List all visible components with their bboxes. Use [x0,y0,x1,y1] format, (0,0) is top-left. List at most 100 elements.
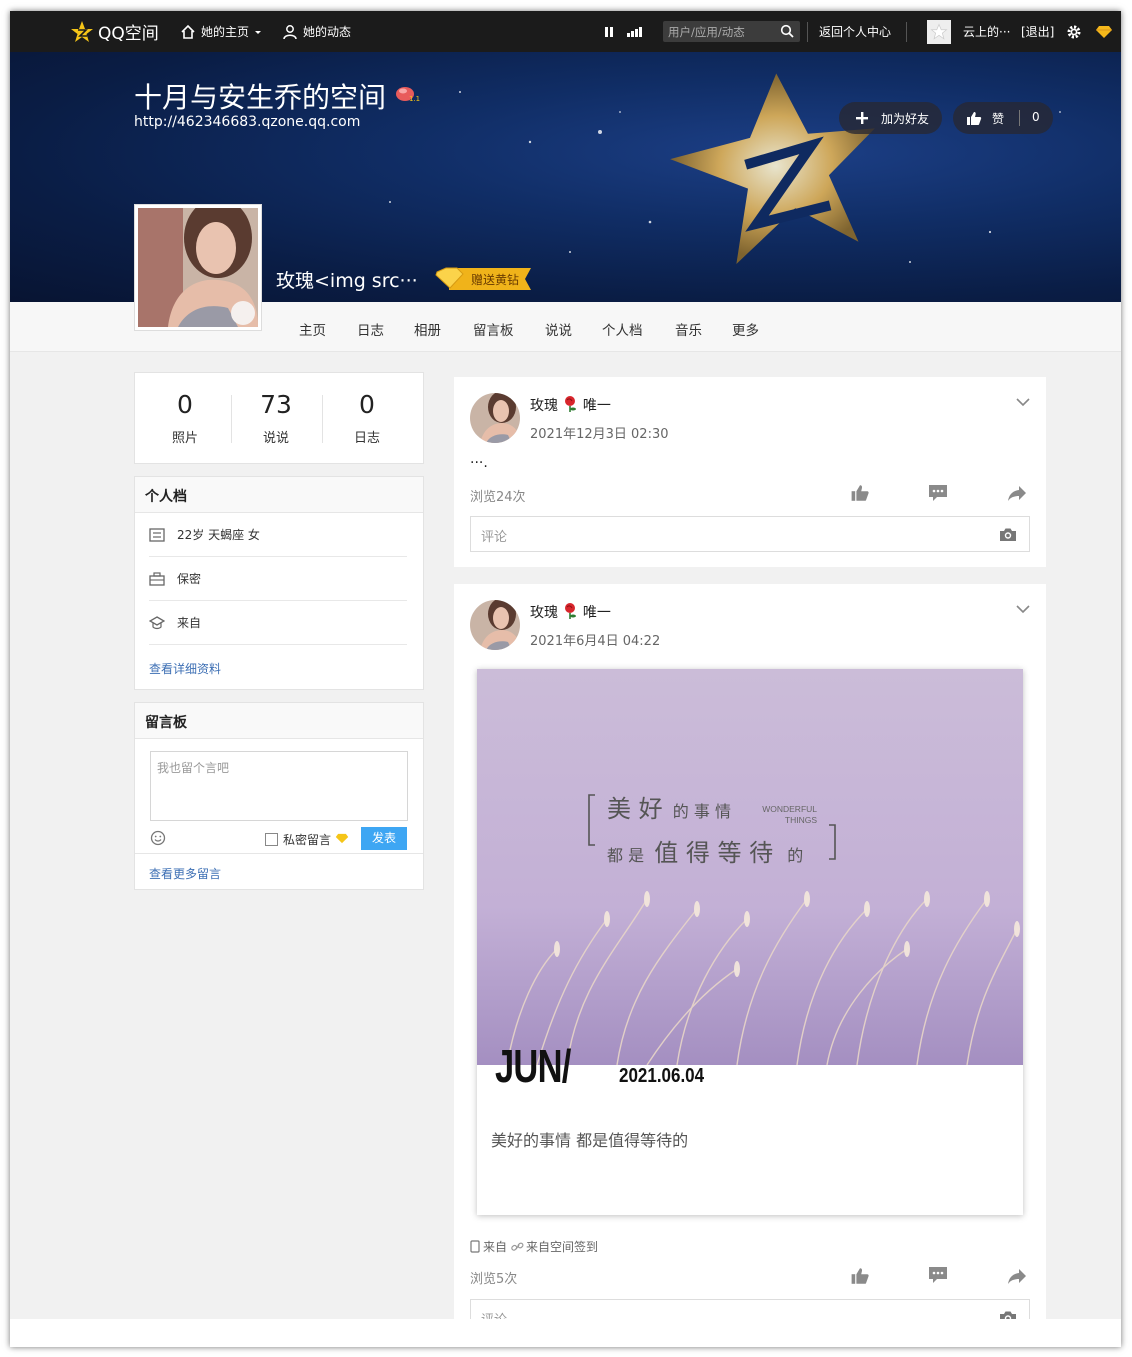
divider [135,853,423,854]
like-count: 0 [1032,110,1040,124]
chevron-down-icon[interactable] [1015,604,1031,614]
blog-count[interactable]: 0 [332,390,402,419]
guestbook-card-title: 留言板 [135,703,423,739]
gear-icon [1067,25,1081,38]
image-date: 2021.06.04 [619,1065,705,1087]
tab-home[interactable]: 主页 [299,319,326,339]
rose-icon [565,603,577,619]
divider [906,22,907,42]
signal-button[interactable] [626,11,644,52]
signal-bars-icon [627,26,642,37]
source-label: 来自 [483,1240,508,1254]
post-source: 来自 来自空间签到 [470,1238,598,1255]
tab-more[interactable]: 更多 [732,319,759,339]
tab-album[interactable]: 相册 [414,319,441,339]
level-badge-icon: 1.1 [396,87,420,103]
top-bar: QQ空间 她的主页 她的动态 用户/应用/动态 返回个人中心 云上的··· [退… [10,11,1121,52]
profile-age-row: 22岁 天蝎座 女 [149,513,407,557]
guestbook-submit-button[interactable]: 发表 [361,827,407,850]
camera-icon[interactable] [999,527,1017,542]
her-feed-label: 她的动态 [303,25,352,39]
guestbook-placeholder: 我也留个言吧 [157,761,230,775]
comment-icon[interactable] [928,484,948,502]
comment-input[interactable]: 评论 [470,516,1030,552]
pause-icon [605,26,613,37]
private-label: 私密留言 [283,833,332,847]
user-name-link[interactable]: 云上的··· [963,11,1010,52]
user-avatar[interactable] [927,11,951,52]
user-name: 云上的··· [963,25,1011,39]
qzone-logo[interactable]: QQ空间 [70,11,159,52]
tab-blog[interactable]: 日志 [357,319,384,339]
emoji-icon[interactable] [150,830,166,846]
pause-music-button[interactable] [604,11,614,52]
tab-shuoshuo[interactable]: 说说 [545,319,572,339]
divider [231,395,232,443]
add-friend-button[interactable]: 加为好友 [839,102,942,134]
tab-profile[interactable]: 个人档 [602,319,643,339]
profile-from: 来自 [177,616,202,630]
post-author-avatar[interactable] [470,393,520,443]
profile-job-row: 保密 [149,557,407,601]
image-line2-end: 的 [787,846,804,865]
gift-yellow-diamond-button[interactable]: 赠送黄钻 [435,266,533,292]
profile-card-title: 个人档 [135,477,423,513]
shuoshuo-count[interactable]: 73 [241,390,311,419]
guestbook-textarea[interactable]: 我也留个言吧 [150,751,408,821]
divider [807,22,808,42]
owner-avatar[interactable] [134,198,262,331]
her-home-menu[interactable]: 她的主页 [180,11,263,52]
space-title: 十月与安生乔的空间 [134,81,387,114]
photo-count[interactable]: 0 [150,390,220,419]
like-icon[interactable] [850,484,870,502]
post-author-name[interactable]: 玫瑰 唯一 [530,395,611,415]
person-icon [283,24,297,39]
divider [322,395,323,443]
post-author-avatar[interactable] [470,600,520,650]
search-input[interactable]: 用户/应用/动态 [663,21,800,42]
space-url[interactable]: http://462346683.qzone.qq.com [134,114,360,130]
return-center-label: 返回个人中心 [819,25,892,39]
chevron-down-icon[interactable] [1015,397,1031,407]
post-author-suffix: 唯一 [582,398,611,414]
source-app-link[interactable]: 来自空间签到 [526,1238,598,1255]
stats-card: 0 照片 73 说说 0 日志 [134,372,424,464]
post-author-name[interactable]: 玫瑰 唯一 [530,602,611,622]
tab-guestbook[interactable]: 留言板 [473,319,514,339]
bottom-strip [10,1319,1121,1347]
her-feed-link[interactable]: 她的动态 [282,11,351,52]
image-line-2: 都 是 值 得 等 待 的 [607,833,803,868]
owner-nickname: 玫瑰<img src··· [276,270,418,292]
plus-icon [856,112,868,124]
post-text: ···. [470,455,488,471]
link-icon [511,1242,524,1251]
like-space-button[interactable]: 赞 0 [953,102,1053,134]
gift-label: 赠送黄钻 [471,273,520,287]
guestbook-more-link[interactable]: 查看更多留言 [149,865,221,882]
post-author-text: 玫瑰 [530,398,558,414]
tab-music[interactable]: 音乐 [675,319,702,339]
id-card-icon [149,527,165,542]
her-home-label: 她的主页 [201,25,250,39]
home-icon [181,24,195,39]
like-icon[interactable] [850,1267,870,1285]
post-image[interactable]: 美 好 的 事 情 WONDERFUL THINGS 都 是 值 得 等 待 的… [477,669,1023,1215]
post-time: 2021年6月4日 04:22 [530,634,661,649]
image-line-1: 美 好 的 事 情 [607,789,731,824]
profile-card: 个人档 22岁 天蝎座 女 保密 来自 查看详细资料 [134,476,424,690]
briefcase-icon [149,571,165,586]
comment-icon[interactable] [928,1266,948,1284]
share-icon[interactable] [1007,485,1027,502]
return-center-link[interactable]: 返回个人中心 [819,11,891,52]
image-line2-big: 值 得 等 待 [654,839,774,867]
settings-button[interactable] [1066,11,1082,52]
image-en-text: WONDERFUL THINGS [762,804,817,825]
private-checkbox[interactable] [265,833,278,846]
share-icon[interactable] [1007,1268,1027,1285]
logout-label: [退出] [1021,25,1055,39]
profile-more-link[interactable]: 查看详细资料 [149,660,221,677]
search-icon[interactable] [780,24,794,38]
vip-diamond-button[interactable] [1095,11,1113,52]
logout-link[interactable]: [退出] [1021,11,1054,52]
thumbs-up-icon [967,111,982,125]
